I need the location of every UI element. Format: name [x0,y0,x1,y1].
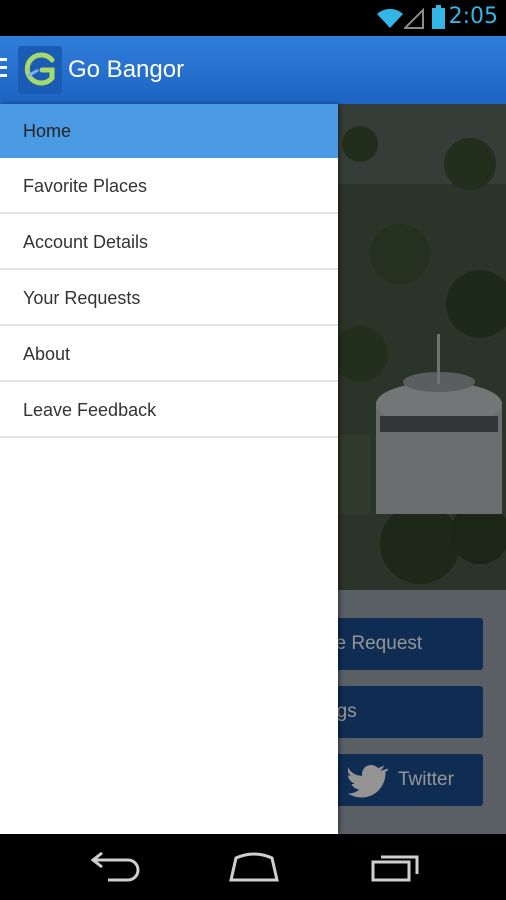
clock: 2:05 [448,4,498,29]
drawer-item-favorite-places[interactable]: Favorite Places [0,158,338,214]
drawer-item-account-details[interactable]: Account Details [0,214,338,270]
drawer-indicator-icon[interactable] [0,58,7,82]
drawer-item-home[interactable]: Home [0,104,338,158]
navigation-drawer: Home Favorite Places Account Details You… [0,104,338,834]
wifi-icon [377,8,403,28]
screen: 2:05 Go Bangor rvice Request Twitter Hom… [0,0,506,900]
signal-icon [404,7,424,29]
back-icon[interactable] [88,852,140,882]
drawer-item-your-requests[interactable]: Your Requests [0,270,338,326]
status-bar: 2:05 [0,0,506,36]
go-bangor-logo[interactable] [18,46,62,94]
drawer-item-leave-feedback[interactable]: Leave Feedback [0,382,338,438]
battery-icon [432,5,445,29]
app-title: Go Bangor [68,56,185,83]
drawer-item-about[interactable]: About [0,326,338,382]
app-bar[interactable]: Go Bangor [0,36,506,104]
home-icon[interactable] [228,852,280,882]
system-nav-bar [0,834,506,900]
recent-apps-icon[interactable] [370,852,422,882]
